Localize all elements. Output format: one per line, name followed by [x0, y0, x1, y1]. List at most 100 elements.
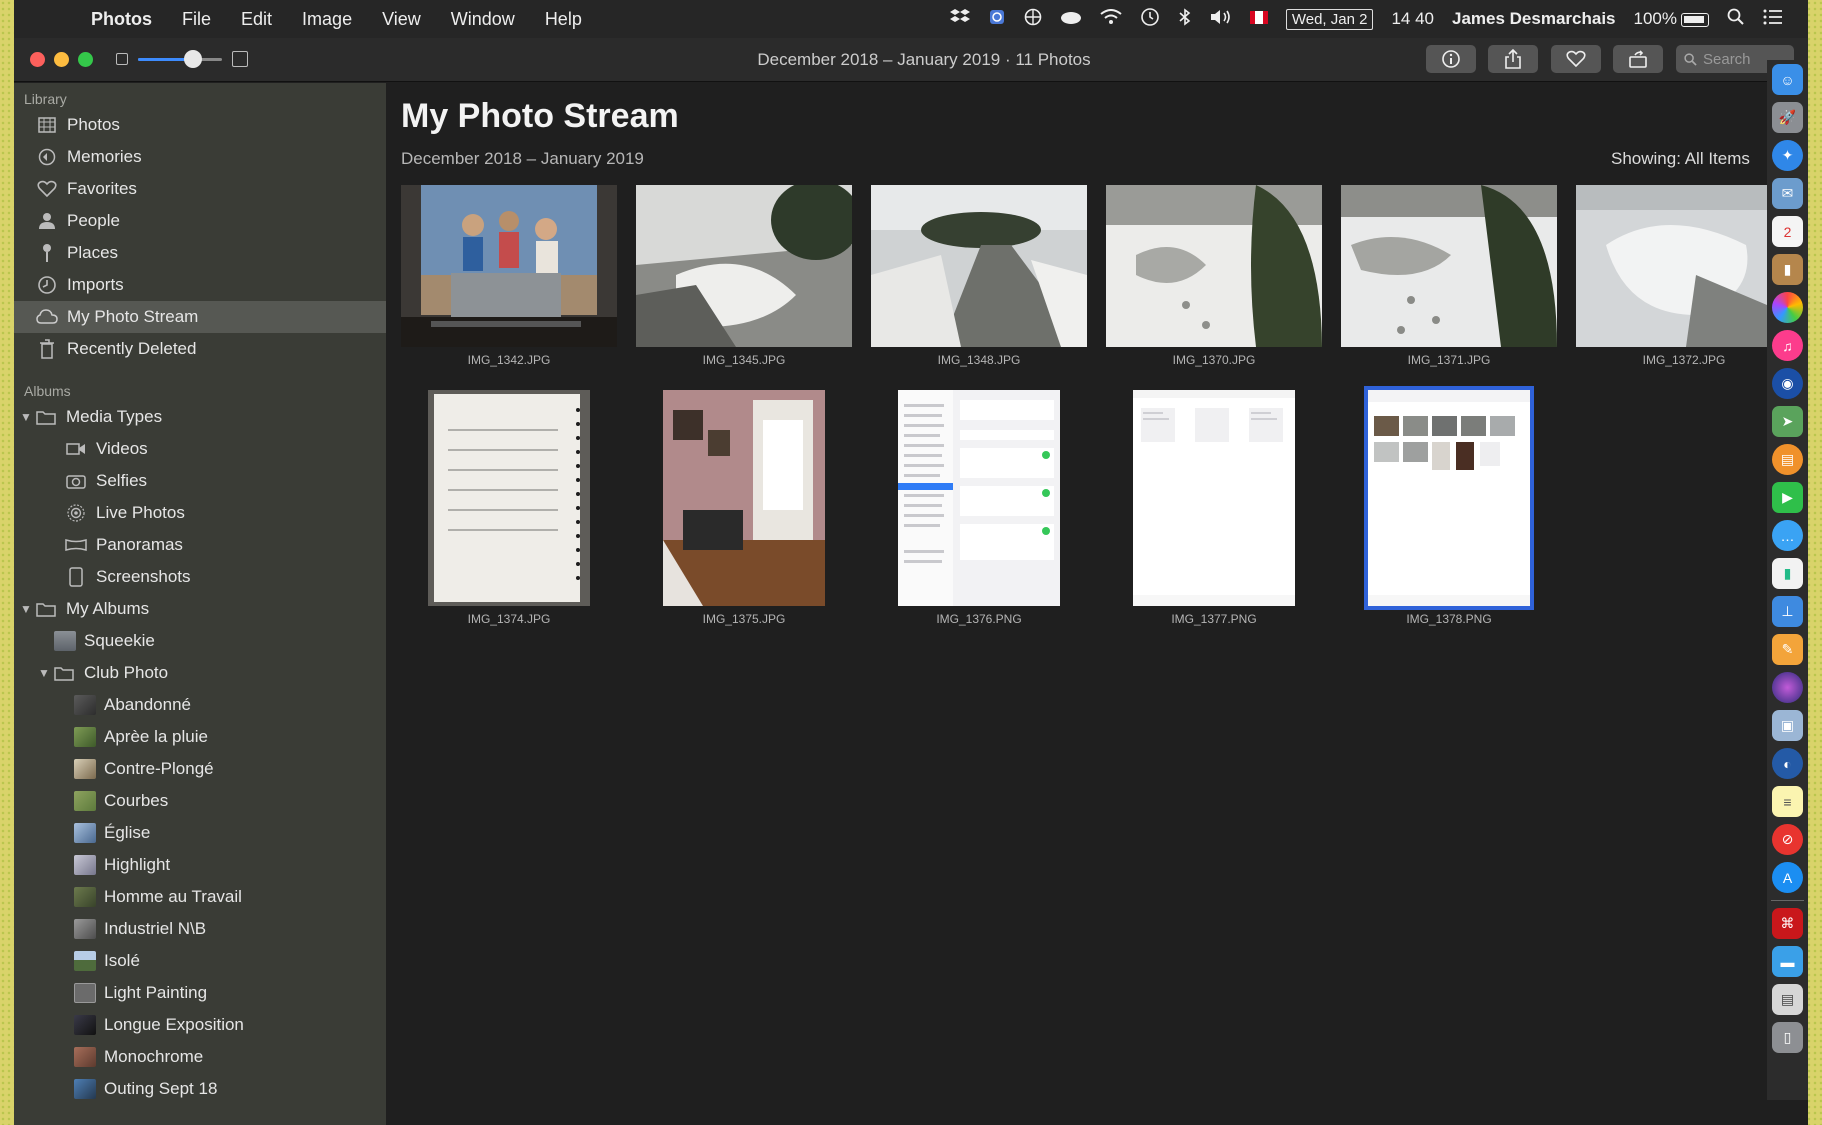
disclosure-triangle-icon[interactable]: ▼ [36, 666, 52, 680]
keynote-icon[interactable]: ⊥ [1772, 596, 1803, 627]
zoom-slider-knob[interactable] [184, 50, 202, 68]
sidebar-item-monochrome[interactable]: Monochrome [14, 1041, 386, 1073]
calendar-icon[interactable]: 2 [1772, 216, 1803, 247]
contacts-icon[interactable]: ▮ [1772, 254, 1803, 285]
sidebar-item-light-painting[interactable]: Light Painting [14, 977, 386, 1009]
date-display[interactable]: Wed, Jan 2 [1277, 9, 1383, 30]
zoom-window-button[interactable] [78, 52, 93, 67]
sidebar-item-people[interactable]: People [14, 205, 386, 237]
sidebar-item-screenshots[interactable]: Screenshots [14, 561, 386, 593]
mail-icon[interactable]: ✉ [1772, 178, 1803, 209]
photo-thumbnail[interactable] [1576, 185, 1767, 347]
photo-thumbnail[interactable] [898, 390, 1060, 606]
finder-icon[interactable]: ☺ [1772, 64, 1803, 95]
downloads-folder-icon[interactable]: ▬ [1772, 946, 1803, 977]
trash-dock-icon[interactable]: ▯ [1772, 1022, 1803, 1053]
favorite-button[interactable] [1551, 45, 1601, 73]
canada-flag-icon[interactable] [1241, 9, 1277, 29]
safari-icon[interactable]: ✦ [1772, 140, 1803, 171]
globe-icon[interactable] [1015, 8, 1051, 31]
notification-center-icon[interactable] [1754, 9, 1792, 30]
sidebar-item-club-photo[interactable]: ▼ Club Photo [14, 657, 386, 689]
sidebar-item-contre-plonge[interactable]: Contre-Plongé [14, 753, 386, 785]
sidebar-item-selfies[interactable]: Selfies [14, 465, 386, 497]
maps-icon[interactable]: ➤ [1772, 406, 1803, 437]
sidebar-item-panoramas[interactable]: Panoramas [14, 529, 386, 561]
podcasts-icon[interactable]: ◉ [1772, 368, 1803, 399]
zoom-slider[interactable] [138, 58, 222, 61]
books-icon[interactable]: ▤ [1772, 444, 1803, 475]
documents-stack-icon[interactable]: ▤ [1772, 984, 1803, 1015]
wifi-icon[interactable] [1091, 8, 1131, 30]
sidebar-item-media-types[interactable]: ▼ Media Types [14, 401, 386, 433]
sidebar-item-homme-au-travail[interactable]: Homme au Travail [14, 881, 386, 913]
photos-app-icon[interactable] [1772, 292, 1803, 323]
sidebar-item-highlight[interactable]: Highlight [14, 849, 386, 881]
sidebar-item-outing-sept-18[interactable]: Outing Sept 18 [14, 1073, 386, 1105]
volume-icon[interactable] [1201, 9, 1241, 30]
spotlight-icon[interactable] [1718, 8, 1754, 31]
sidebar-item-longue-exposition[interactable]: Longue Exposition [14, 1009, 386, 1041]
share-button[interactable] [1488, 45, 1538, 73]
clock[interactable]: 14 40 [1382, 9, 1443, 29]
user-name[interactable]: James Desmarchais [1443, 9, 1625, 29]
menu-help[interactable]: Help [530, 9, 597, 30]
sidebar-item-squeekie[interactable]: Squeekie [14, 625, 386, 657]
disclosure-triangle-icon[interactable]: ▼ [18, 410, 34, 424]
photo-thumbnail[interactable] [871, 185, 1087, 347]
news-icon[interactable]: ⊘ [1772, 824, 1803, 855]
sidebar-item-photos[interactable]: Photos [14, 109, 386, 141]
photo-thumbnail-selected[interactable] [1364, 386, 1534, 610]
menu-window[interactable]: Window [436, 9, 530, 30]
pages-icon[interactable]: ✎ [1772, 634, 1803, 665]
menu-image[interactable]: Image [287, 9, 367, 30]
notes-icon[interactable]: ≡ [1772, 786, 1803, 817]
menu-app-photos[interactable]: Photos [76, 9, 167, 30]
sidebar-item-my-albums[interactable]: ▼ My Albums [14, 593, 386, 625]
preview-icon[interactable]: ▣ [1772, 710, 1803, 741]
sidebar-item-recently-deleted[interactable]: Recently Deleted [14, 333, 386, 365]
photo-thumbnail[interactable] [1133, 390, 1295, 606]
photo-thumbnail[interactable] [636, 185, 852, 347]
sidebar-item-industriel-nb[interactable]: Industriel N\B [14, 913, 386, 945]
browser-icon[interactable]: ◐ [1772, 748, 1803, 779]
sidebar-item-eglise[interactable]: Église [14, 817, 386, 849]
sidebar-item-favorites[interactable]: Favorites [14, 173, 386, 205]
sidebar-item-courbes[interactable]: Courbes [14, 785, 386, 817]
battery-status[interactable]: 100% [1625, 9, 1718, 29]
sidebar-item-memories[interactable]: Memories [14, 141, 386, 173]
app-store-icon[interactable]: A [1772, 862, 1803, 893]
sidebar-item-apree-la-pluie[interactable]: Aprèe la pluie [14, 721, 386, 753]
bluetooth-icon[interactable] [1169, 7, 1201, 31]
rotate-button[interactable] [1613, 45, 1663, 73]
time-machine-icon[interactable] [1131, 7, 1169, 32]
cloud-status-icon[interactable] [1051, 9, 1091, 29]
photo-thumbnail[interactable] [1341, 185, 1557, 347]
minimize-window-button[interactable] [54, 52, 69, 67]
disclosure-triangle-icon[interactable]: ▼ [18, 602, 34, 616]
close-window-button[interactable] [30, 52, 45, 67]
menu-view[interactable]: View [367, 9, 436, 30]
sidebar-item-videos[interactable]: Videos [14, 433, 386, 465]
messages-icon[interactable]: … [1772, 520, 1803, 551]
siri-icon[interactable] [1772, 672, 1803, 703]
sidebar-item-places[interactable]: Places [14, 237, 386, 269]
sidebar-item-abandonne[interactable]: Abandonné [14, 689, 386, 721]
photo-thumbnail[interactable] [663, 390, 825, 606]
photo-thumbnail[interactable] [428, 390, 590, 606]
numbers-icon[interactable]: ▮ [1772, 558, 1803, 589]
sidebar-item-isole[interactable]: Isolé [14, 945, 386, 977]
photo-thumbnail[interactable] [1106, 185, 1322, 347]
photo-thumbnail[interactable] [401, 185, 617, 347]
zoom-in-icon[interactable] [232, 51, 248, 67]
music-icon[interactable]: ♫ [1772, 330, 1803, 361]
facetime-icon[interactable]: ▶ [1772, 482, 1803, 513]
showing-filter[interactable]: Showing: All Items [1611, 149, 1791, 169]
menu-edit[interactable]: Edit [226, 9, 287, 30]
sidebar-item-live-photos[interactable]: Live Photos [14, 497, 386, 529]
launchpad-icon[interactable]: 🚀 [1772, 102, 1803, 133]
shield-icon[interactable] [979, 8, 1015, 31]
info-button[interactable] [1426, 45, 1476, 73]
sidebar-item-my-photo-stream[interactable]: My Photo Stream [14, 301, 386, 333]
acrobat-icon[interactable]: ⌘ [1772, 908, 1803, 939]
